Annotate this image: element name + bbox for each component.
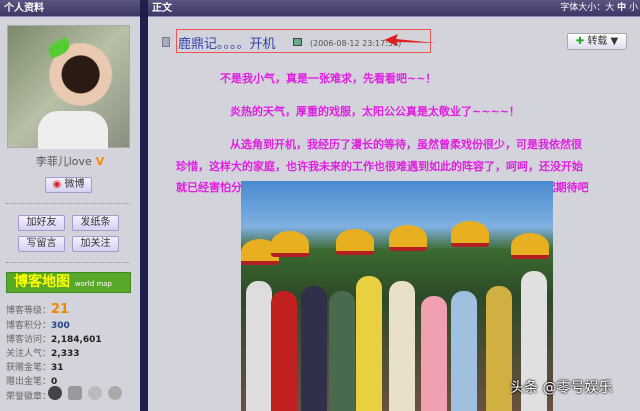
divider: [6, 262, 130, 263]
repost-label: 转载: [587, 36, 608, 47]
send-note-button[interactable]: 发纸条: [72, 215, 119, 231]
stat-label: 博客等级：: [6, 306, 52, 316]
document-icon: [162, 37, 170, 47]
stat-value: 21: [51, 302, 70, 317]
stat-label: 获赠金笔：: [6, 363, 52, 373]
paragraph: 珍惜，这样大的家庭，也许我未来的工作也很难遇到如此的阵容了，呵呵，还没开始: [176, 160, 583, 173]
stat-pens-received: 获赠金笔：31: [6, 360, 64, 373]
stat-value: 2,184,601: [51, 335, 102, 345]
paragraph: 炎热的天气，厚重的戏服，太阳公公真是太敬业了~~~~！: [230, 105, 520, 118]
add-friend-button[interactable]: 加好友: [18, 215, 65, 231]
stat-points: 博客积分：300: [6, 318, 70, 331]
column-divider: [140, 0, 148, 411]
watermark: 头条 @零号娱乐: [510, 380, 613, 396]
stat-label: 关注人气：: [6, 349, 52, 359]
stat-popularity: 关注人气：2,333: [6, 346, 79, 359]
stat-visits: 博客访问：2,184,601: [6, 332, 102, 345]
sidebar-header: 个人资料: [0, 0, 140, 17]
stat-label: 博客访问：: [6, 335, 52, 345]
font-size-medium[interactable]: 中: [617, 3, 626, 13]
weibo-label: 微博: [64, 179, 85, 190]
map-subtitle: world map: [74, 280, 112, 288]
divider: [6, 203, 130, 204]
medals: [48, 386, 122, 400]
blog-map-banner[interactable]: 博客地图 world map: [6, 272, 131, 293]
medal-lock-icon[interactable]: [88, 386, 102, 400]
font-size-small[interactable]: 小: [629, 3, 638, 13]
stat-value: 2,333: [51, 349, 80, 359]
paragraph: 从选角到开机，我经历了漫长的等待，虽然曾柔戏份很少，可是我依然很: [230, 138, 582, 151]
follow-button[interactable]: 加关注: [72, 236, 119, 252]
verified-icon: V: [95, 155, 105, 168]
medal-runner-icon[interactable]: [108, 386, 122, 400]
medal-camera-icon[interactable]: [68, 386, 82, 400]
main-content: 正文 字体大小：大 中 小 鹿鼎记。。。。开机 (2006-08-12 23:1…: [148, 0, 640, 411]
main-header-title: 正文: [152, 3, 172, 14]
map-title: 博客地图: [14, 274, 70, 290]
stat-level: 博客等级：21: [6, 302, 69, 317]
weibo-icon: ◉: [52, 179, 62, 190]
image-icon: [293, 38, 302, 46]
repost-button[interactable]: ✚ 转载 ▼: [567, 33, 627, 50]
plus-icon: ✚: [575, 36, 585, 47]
profile-photo[interactable]: [7, 25, 130, 149]
medals-label: 荣誉徽章：: [6, 392, 52, 402]
stat-label: 赠出金笔：: [6, 377, 52, 387]
main-header: 正文 字体大小：大 中 小: [148, 0, 640, 17]
weibo-button[interactable]: ◉ 微博: [45, 177, 92, 193]
font-size-label: 字体大小：: [560, 3, 606, 13]
medal-question-icon[interactable]: [48, 386, 62, 400]
paragraph: 不是我小气，真是一张难求，先看看吧~~！: [220, 72, 437, 85]
username-text: 李菲儿love: [35, 155, 92, 168]
stat-value: 300: [51, 321, 70, 331]
font-size-control: 字体大小：大 中 小: [560, 0, 638, 17]
stat-value: 31: [51, 363, 64, 373]
dropdown-arrow-icon: ▼: [610, 36, 619, 47]
post-title: 鹿鼎记。。。。开机: [178, 37, 276, 52]
leave-message-button[interactable]: 写留言: [18, 236, 65, 252]
sidebar: 个人资料 李菲儿love V ◉ 微博 加好友 发纸条 写留言 加关注 博客地图 …: [0, 0, 140, 411]
red-arrow-annotation: [384, 34, 436, 46]
cast-photo[interactable]: [241, 181, 553, 411]
font-size-large[interactable]: 大: [605, 3, 614, 13]
stat-label: 博客积分：: [6, 321, 52, 331]
username[interactable]: 李菲儿love V: [0, 153, 140, 169]
